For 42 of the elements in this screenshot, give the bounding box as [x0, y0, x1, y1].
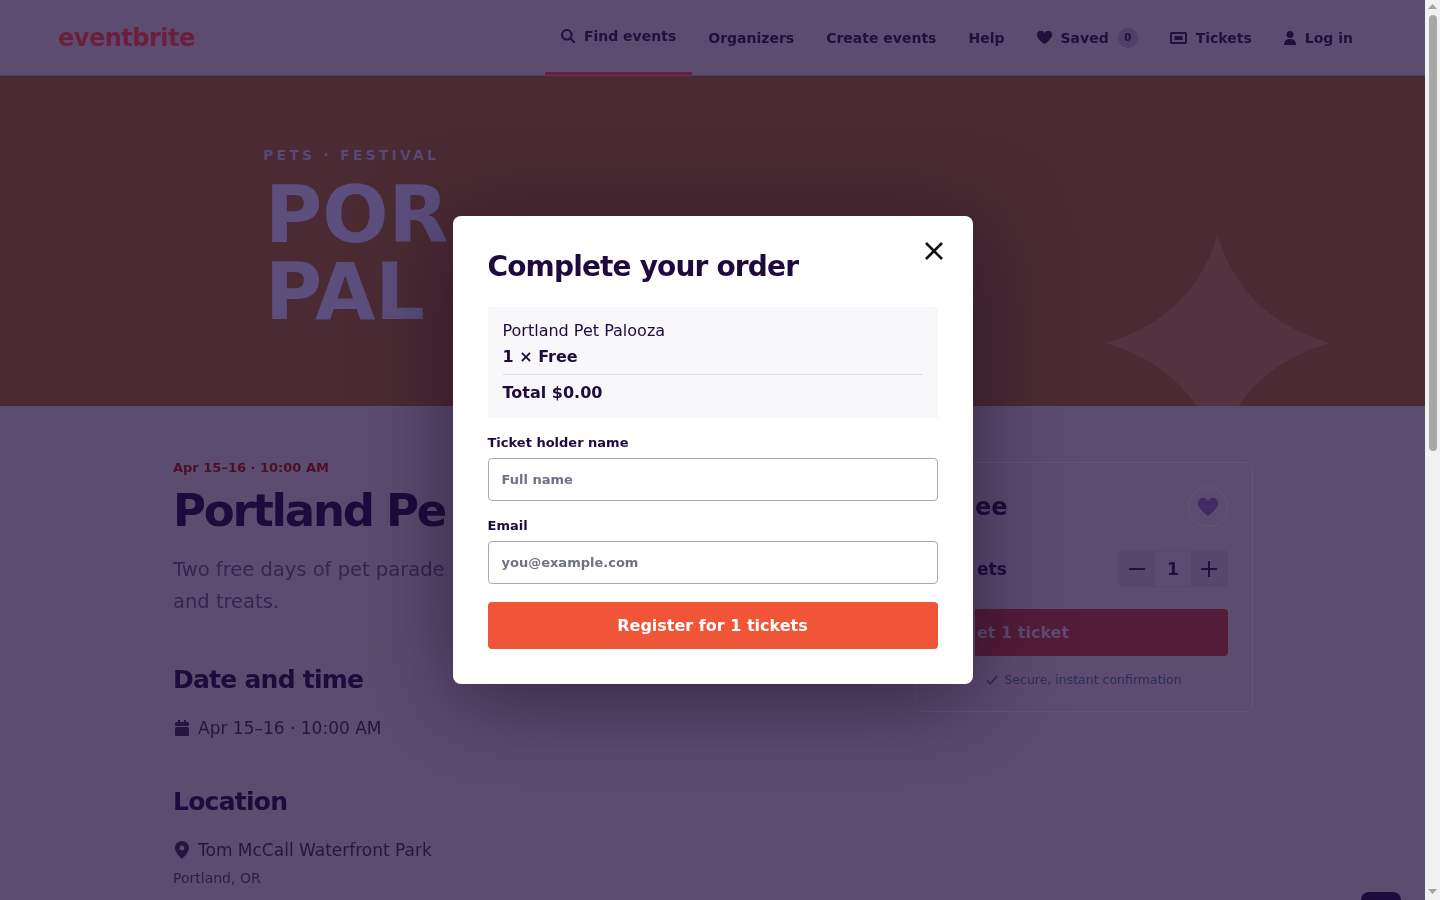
- event-title: Portland Pe: [173, 486, 446, 536]
- floating-button[interactable]: [1361, 892, 1401, 900]
- minus-button[interactable]: [1119, 551, 1155, 586]
- up-arrow-icon[interactable]: [1428, 4, 1437, 9]
- summary-line-item: 1 × Free: [502, 347, 578, 367]
- nav-link[interactable]: Tickets: [1169, 27, 1252, 48]
- scrollbar-thumb[interactable]: [1428, 15, 1437, 451]
- scrollbar[interactable]: [1425, 0, 1440, 900]
- field-label: Email: [487, 518, 528, 534]
- plus-icon: [1201, 560, 1217, 577]
- nav-link[interactable]: Help: [968, 27, 1005, 48]
- nav-link[interactable]: Log in: [1283, 27, 1353, 48]
- price-text: ee: [975, 492, 1008, 522]
- search-icon: [560, 29, 575, 43]
- quantity-field[interactable]: 1: [1155, 551, 1191, 586]
- summary-total: Total $0.00: [502, 383, 603, 403]
- hero-title: POR PAL: [265, 177, 449, 331]
- heart-icon: [1036, 31, 1052, 44]
- person-icon: [1283, 30, 1296, 45]
- check-icon: [986, 675, 999, 685]
- quantity-label: ets: [977, 557, 1007, 580]
- close-icon: [924, 242, 943, 260]
- text-field[interactable]: you@example.com: [487, 541, 938, 584]
- down-arrow-icon[interactable]: [1428, 889, 1437, 894]
- nav-link[interactable]: Organizers: [708, 27, 795, 48]
- plus-button[interactable]: [1191, 551, 1227, 586]
- summary-event-name: Portland Pet Palooza: [502, 321, 666, 341]
- text-field[interactable]: Full name: [487, 458, 938, 501]
- heart-icon: [1198, 498, 1218, 516]
- section-heading: Location: [173, 787, 288, 817]
- field-label: Ticket holder name: [487, 435, 629, 451]
- close-button[interactable]: [924, 242, 943, 260]
- calendar-icon: [175, 720, 189, 736]
- section-heading: Date and time: [173, 665, 364, 695]
- dialog-title: Complete your order: [487, 250, 799, 284]
- nav-link[interactable]: Create events: [826, 27, 937, 48]
- register-button[interactable]: Register for 1 tickets: [487, 602, 938, 649]
- ticket-icon: [1169, 31, 1187, 44]
- event-date: Apr 15–16 · 10:00 AM: [173, 460, 329, 476]
- category-label: PETS · FESTIVAL: [263, 147, 440, 164]
- map-pin-icon: [175, 841, 189, 859]
- minus-icon: [1129, 567, 1145, 570]
